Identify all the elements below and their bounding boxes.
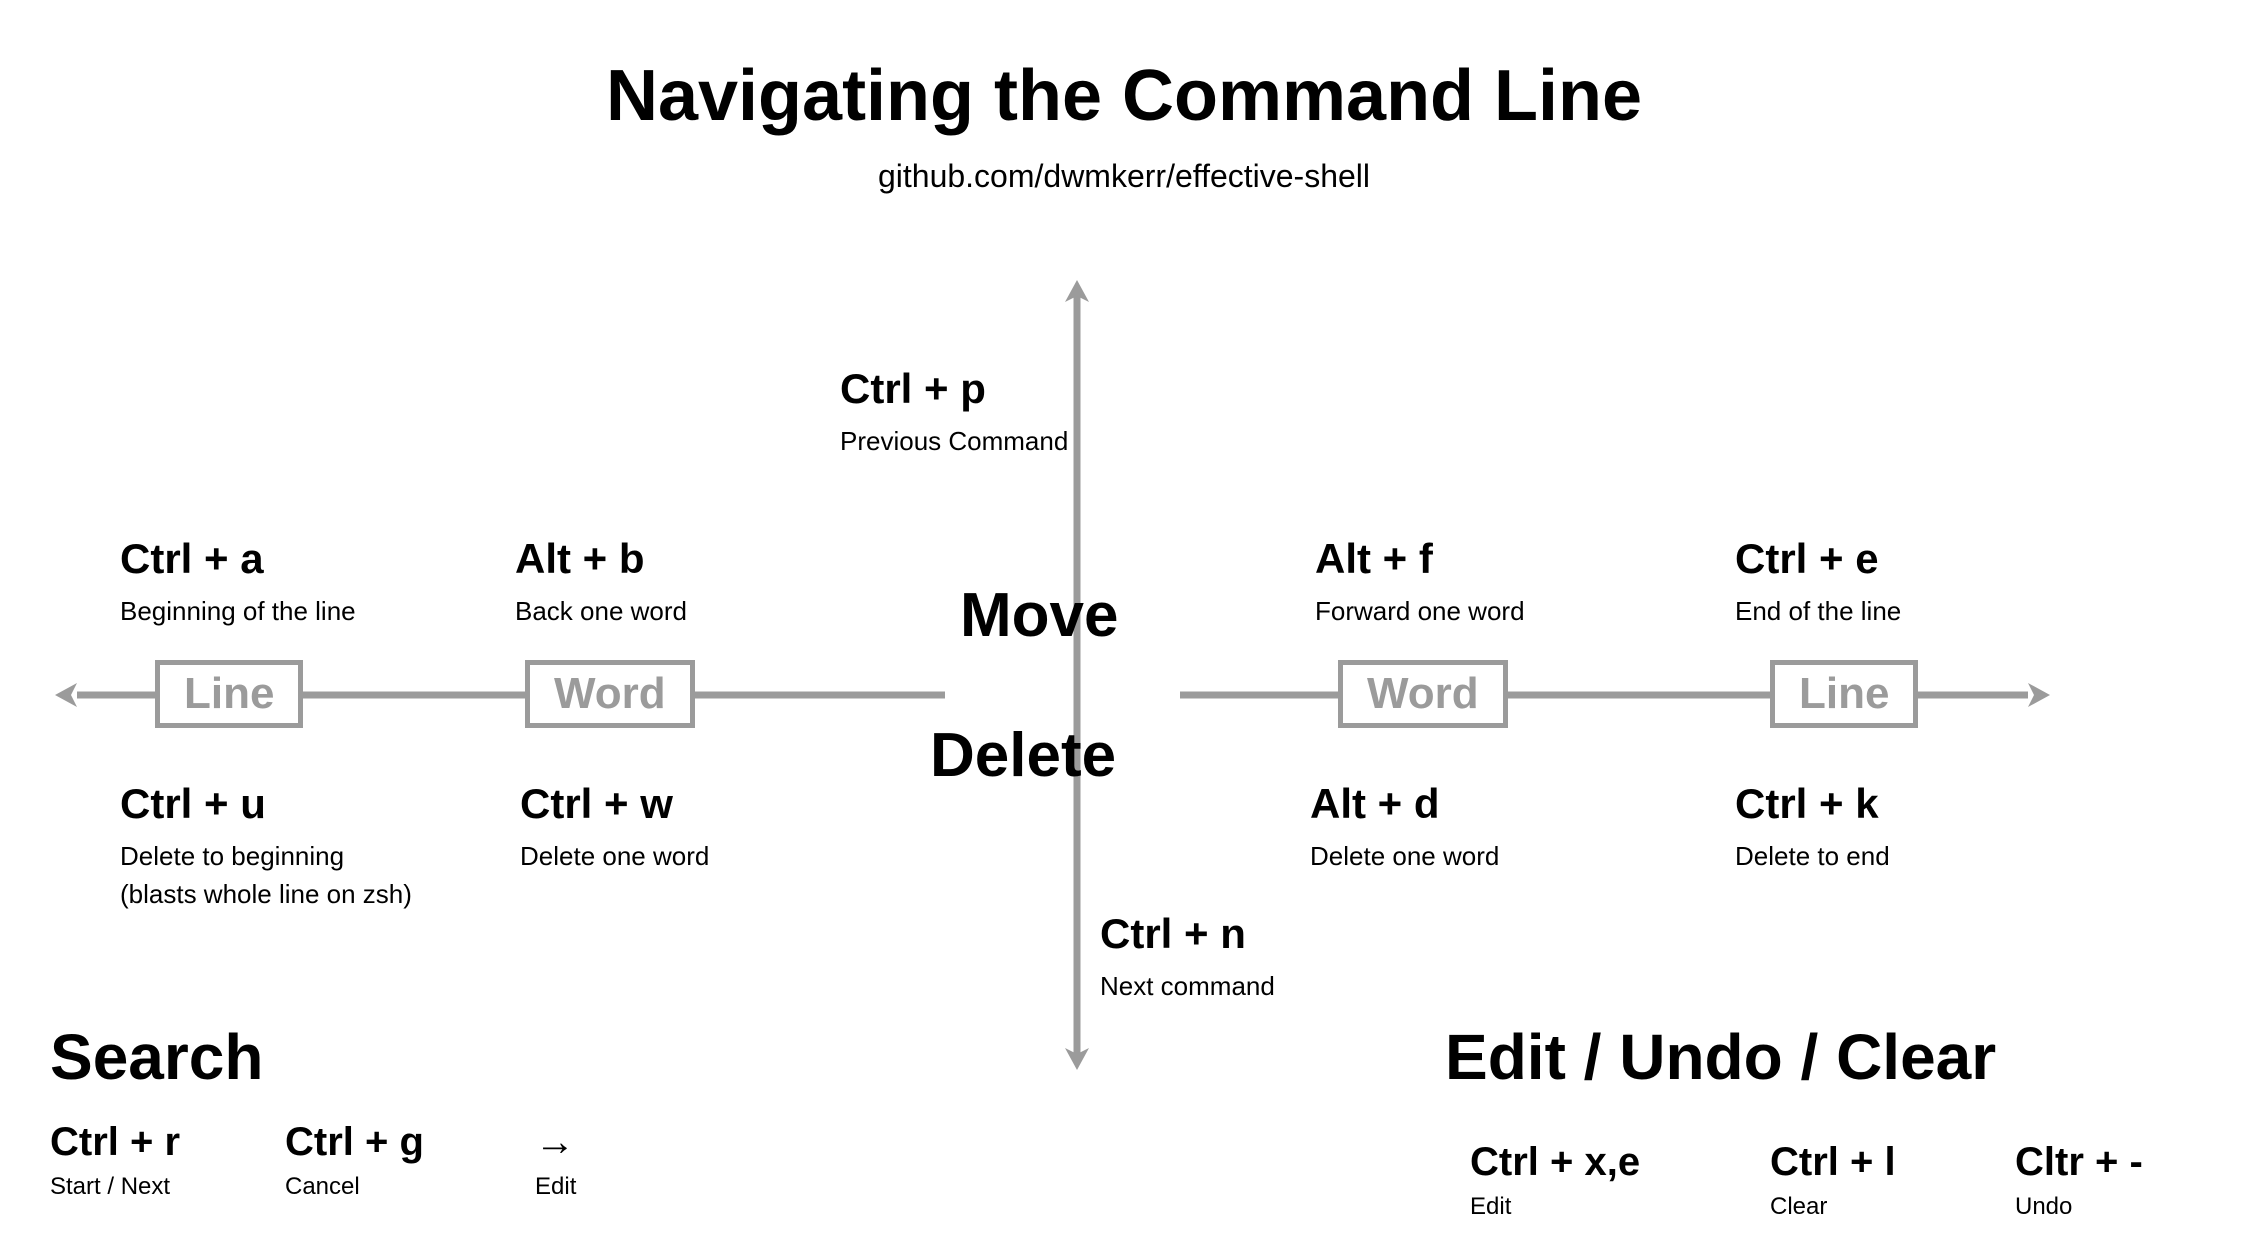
search-item-1-key: Ctrl + g xyxy=(285,1120,424,1165)
badge-word-left: Word xyxy=(525,660,695,728)
shortcut-alt-f-key: Alt + f xyxy=(1315,535,1525,583)
shortcut-ctrl-u-desc2: (blasts whole line on zsh) xyxy=(120,876,412,912)
shortcut-ctrl-a-desc: Beginning of the line xyxy=(120,593,356,629)
search-item-0-key: Ctrl + r xyxy=(50,1120,180,1165)
page-title: Navigating the Command Line xyxy=(0,55,2248,137)
shortcut-next-desc: Next command xyxy=(1100,968,1275,1004)
search-item-1-desc: Cancel xyxy=(285,1173,424,1201)
arrow-right-icon xyxy=(1180,680,2050,710)
editundo-item-1-key: Ctrl + l xyxy=(1770,1140,1896,1185)
shortcut-ctrl-u-key: Ctrl + u xyxy=(120,780,412,828)
shortcut-prev-desc: Previous Command xyxy=(840,423,1068,459)
shortcut-ctrl-k-key: Ctrl + k xyxy=(1735,780,1890,828)
shortcut-alt-d-key: Alt + d xyxy=(1310,780,1499,828)
shortcut-ctrl-k-desc: Delete to end xyxy=(1735,838,1890,874)
search-item-2-desc: Edit xyxy=(535,1173,576,1201)
shortcut-ctrl-u-desc: Delete to beginning xyxy=(120,838,412,874)
editundo-item-1-desc: Clear xyxy=(1770,1193,1896,1221)
shortcut-alt-d-desc: Delete one word xyxy=(1310,838,1499,874)
search-heading: Search xyxy=(50,1020,263,1094)
shortcut-next-key: Ctrl + n xyxy=(1100,910,1275,958)
shortcut-ctrl-e-desc: End of the line xyxy=(1735,593,1901,629)
editundo-item-2-desc: Undo xyxy=(2015,1193,2143,1221)
badge-line-left: Line xyxy=(155,660,303,728)
shortcut-alt-f-desc: Forward one word xyxy=(1315,593,1525,629)
page-subtitle: github.com/dwmkerr/effective-shell xyxy=(0,158,2248,195)
editundo-heading: Edit / Undo / Clear xyxy=(1445,1020,1996,1094)
center-move-label: Move xyxy=(960,580,1118,651)
badge-word-right: Word xyxy=(1338,660,1508,728)
editundo-item-0-desc: Edit xyxy=(1470,1193,1640,1221)
shortcut-alt-b-key: Alt + b xyxy=(515,535,687,583)
editundo-item-0-key: Ctrl + x,e xyxy=(1470,1140,1640,1185)
center-delete-label: Delete xyxy=(930,720,1116,791)
shortcut-ctrl-a-key: Ctrl + a xyxy=(120,535,356,583)
shortcut-ctrl-w-desc: Delete one word xyxy=(520,838,709,874)
shortcut-prev-key: Ctrl + p xyxy=(840,365,1068,413)
search-item-0-desc: Start / Next xyxy=(50,1173,180,1201)
badge-line-right: Line xyxy=(1770,660,1918,728)
shortcut-ctrl-w-key: Ctrl + w xyxy=(520,780,709,828)
search-item-2-key: → xyxy=(535,1120,576,1165)
editundo-item-2-key: Cltr + - xyxy=(2015,1140,2143,1185)
shortcut-ctrl-e-key: Ctrl + e xyxy=(1735,535,1901,583)
shortcut-alt-b-desc: Back one word xyxy=(515,593,687,629)
